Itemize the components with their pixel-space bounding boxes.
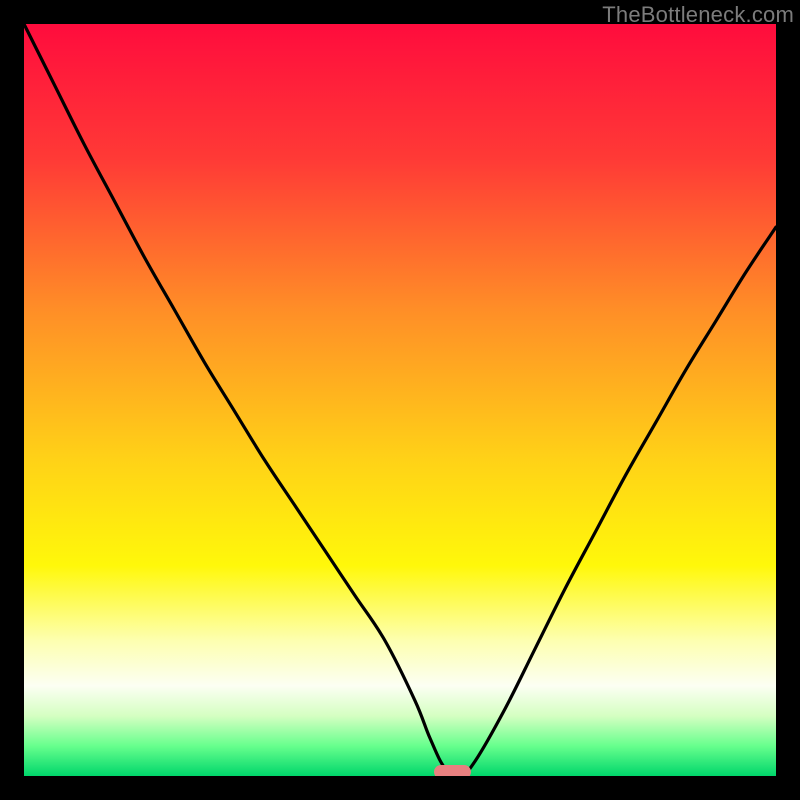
gradient-background bbox=[24, 24, 776, 776]
plot-area bbox=[24, 24, 776, 776]
chart-frame bbox=[24, 24, 776, 776]
minimum-marker bbox=[434, 765, 472, 776]
watermark-text: TheBottleneck.com bbox=[602, 2, 794, 28]
